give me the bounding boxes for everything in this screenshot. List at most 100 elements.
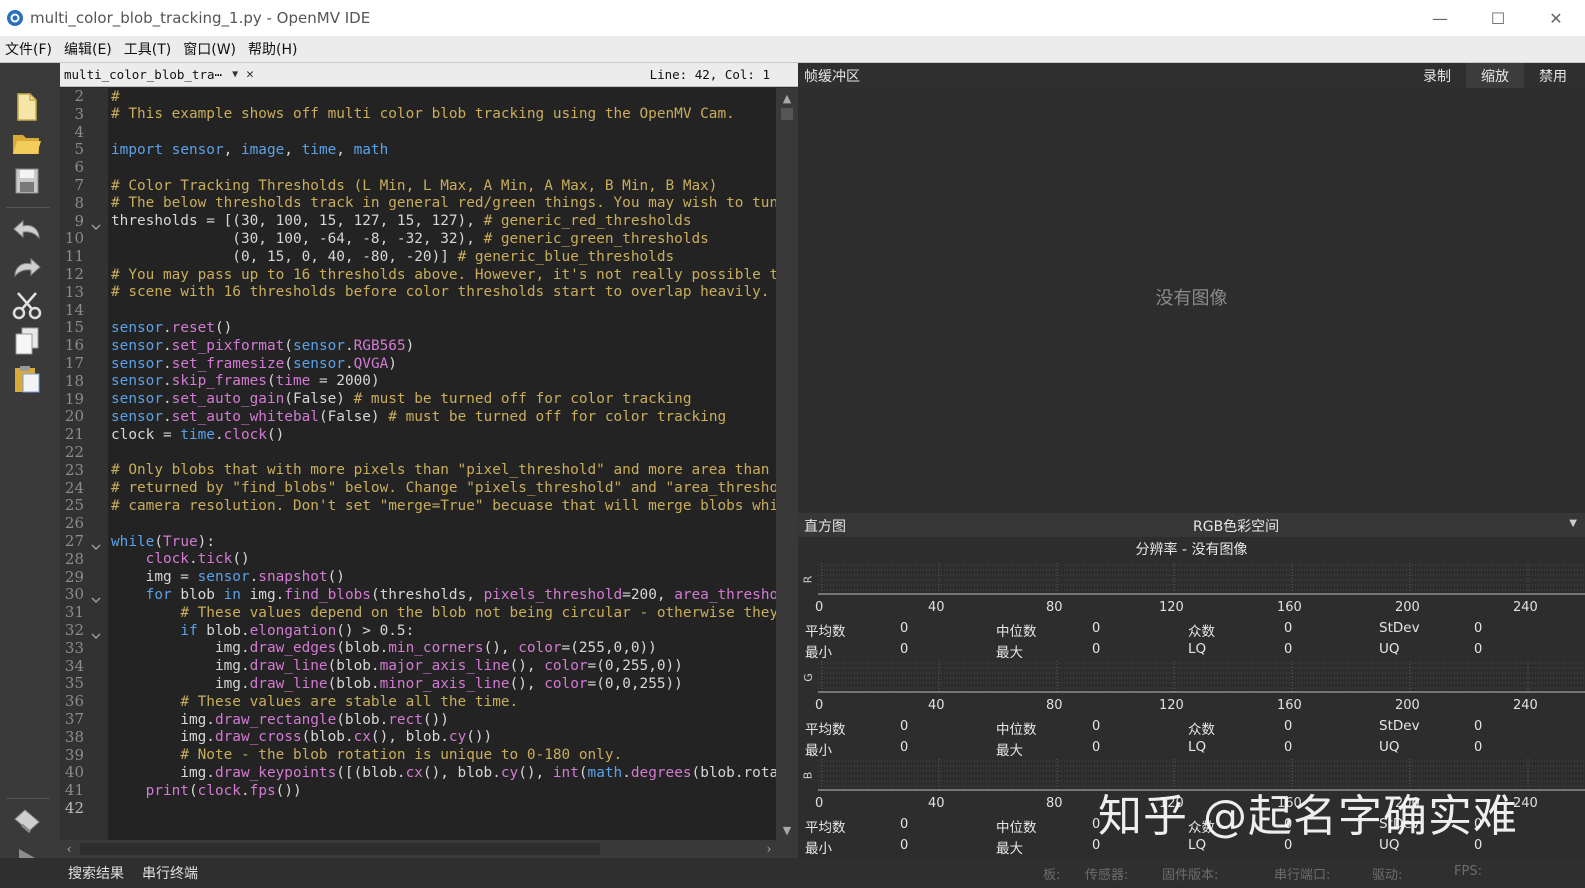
no-image-label: 没有图像 [1155, 288, 1228, 309]
code-line: img.draw_keypoints([(blob.cx(), blob.cy(… [111, 764, 776, 781]
open-folder-icon [13, 135, 41, 154]
stat-label: 众数 [1188, 722, 1215, 738]
open-file-button[interactable] [10, 127, 44, 159]
line-number: 10 [64, 229, 84, 248]
title-bar: multi_color_blob_tracking_1.py - OpenMV … [0, 0, 1585, 36]
cut-icon [12, 292, 42, 320]
status-sensor: 传感器: [1085, 868, 1129, 883]
line-number: 39 [64, 745, 84, 764]
copy-button[interactable] [10, 325, 44, 357]
fold-chevron-icon[interactable] [91, 537, 101, 551]
axis-tick-label: 240 [1513, 698, 1538, 713]
axis-tick-label: 40 [928, 698, 945, 713]
search-results-tab[interactable]: 搜索结果 [68, 863, 124, 883]
serial-terminal-tab[interactable]: 串行终端 [142, 863, 198, 883]
line-number: 6 [74, 158, 84, 177]
menu-help[interactable]: 帮助(H) [243, 39, 302, 59]
code-line: # You may pass up to 16 thresholds above… [111, 266, 776, 283]
axis-tick-label: 200 [1395, 600, 1420, 615]
stat-value: 0 [1474, 642, 1483, 657]
menu-file[interactable]: 文件(F) [0, 39, 57, 59]
file-tab[interactable]: multi_color_blob_tra⋯ ▼ ✕ [64, 67, 254, 82]
code-line: clock.tick() [145, 551, 250, 568]
close-window-button[interactable]: ✕ [1527, 0, 1585, 36]
colorspace-dropdown-icon[interactable]: ▼ [1569, 518, 1577, 529]
record-button[interactable]: 录制 [1408, 63, 1466, 88]
code-line: # scene with 16 thresholds before color … [111, 284, 770, 301]
openmv-logo-icon [7, 10, 23, 26]
window-title: multi_color_blob_tracking_1.py - OpenMV … [30, 9, 371, 27]
paste-button[interactable] [10, 363, 44, 395]
menu-edit[interactable]: 编辑(E) [59, 39, 117, 59]
scroll-right-icon[interactable]: › [760, 840, 778, 858]
vertical-scroll-thumb[interactable] [781, 108, 793, 120]
line-number: 32 [64, 621, 84, 639]
horizontal-scroll-thumb[interactable] [80, 843, 600, 855]
line-number: 19 [64, 389, 84, 408]
editor-horizontal-scrollbar[interactable]: ‹ › [60, 840, 798, 858]
editor-tab-bar: multi_color_blob_tra⋯ ▼ ✕ Line: 42, Col:… [60, 63, 798, 87]
axis-tick-label: 120 [1159, 698, 1184, 713]
minimize-button[interactable]: — [1411, 0, 1469, 36]
scroll-up-icon[interactable]: ▲ [776, 88, 798, 108]
stat-label: StDev [1379, 620, 1420, 636]
line-number: 20 [64, 407, 84, 426]
file-tab-name[interactable]: multi_color_blob_tra⋯ [64, 67, 228, 82]
fold-chevron-icon[interactable] [91, 590, 101, 604]
stat-label: 平均数 [805, 624, 846, 640]
fold-chevron-icon[interactable] [91, 217, 101, 230]
line-number: 27 [64, 532, 84, 550]
code-editor[interactable]: # # This example shows off multi color bl… [108, 88, 776, 840]
code-line: sensor.skip_frames(time = 2000) [111, 373, 380, 390]
histogram-header: 直方图 RGB色彩空间 ▼ [798, 513, 1585, 537]
code-line: img.draw_cross(blob.cx(), blob.cy()) [111, 729, 493, 746]
line-number: 37 [64, 710, 84, 728]
scroll-left-icon[interactable]: ‹ [60, 840, 78, 858]
fold-chevron-icon[interactable] [91, 626, 101, 640]
zoom-button[interactable]: 缩放 [1466, 63, 1524, 88]
code-line: # The below thresholds track in general … [111, 195, 776, 212]
disable-button[interactable]: 禁用 [1524, 63, 1582, 88]
axis-tick-label: 120 [1159, 600, 1184, 615]
line-number: 42 [64, 799, 84, 817]
line-number: 22 [64, 443, 84, 461]
save-button[interactable] [10, 165, 44, 197]
menu-window[interactable]: 窗口(W) [178, 39, 241, 59]
file-tab-close-icon[interactable]: ✕ [246, 67, 254, 82]
file-tab-dropdown-icon[interactable]: ▼ [232, 69, 238, 80]
stat-label: 平均数 [805, 722, 846, 738]
line-number: 15 [64, 318, 84, 337]
redo-button[interactable] [10, 251, 44, 283]
left-toolbar [0, 63, 60, 888]
code-line: # These values are stable all the time. [180, 693, 519, 710]
code-line: while(True): [111, 533, 215, 550]
histogram-title: 直方图 [804, 519, 846, 535]
code-line: # These values depend on the blob not be… [180, 604, 776, 621]
code-line: sensor.set_pixformat(sensor.RGB565) [111, 337, 415, 354]
line-number-gutter: 2 3 4 5 6 7 8 9 10 11 12 13 14 15 16 17 18 19 20 21 22 23 24 25… [60, 87, 108, 840]
maximize-button[interactable]: ☐ [1469, 0, 1527, 36]
stat-value: 0 [900, 838, 909, 853]
undo-button[interactable] [10, 213, 44, 245]
axis-tick-label: 0 [815, 796, 824, 811]
stat-value: 0 [1284, 642, 1293, 657]
new-file-button[interactable] [10, 91, 44, 123]
menu-tools[interactable]: 工具(T) [119, 39, 176, 59]
connect-button[interactable] [10, 805, 44, 837]
line-number: 25 [64, 496, 84, 515]
axis-tick-label: 40 [928, 796, 945, 811]
line-number: 41 [64, 781, 84, 800]
code-line: # camera resolution. Don't set "merge=Tr… [111, 497, 776, 514]
editor-vertical-scrollbar[interactable]: ▲ ▼ [776, 88, 798, 840]
line-number: 34 [64, 656, 84, 675]
framebuffer-header: 帧缓冲区 录制 缩放 禁用 [798, 63, 1585, 88]
line-number: 31 [64, 603, 84, 622]
colorspace-select[interactable]: RGB色彩空间 [1193, 516, 1279, 536]
line-number: 4 [74, 122, 84, 141]
stat-label: UQ [1379, 739, 1400, 755]
line-number: 12 [64, 265, 84, 283]
cut-button[interactable] [10, 289, 44, 321]
status-fps: FPS: [1454, 864, 1482, 879]
stat-value: 0 [1284, 740, 1293, 755]
scroll-down-icon[interactable]: ▼ [776, 820, 798, 840]
